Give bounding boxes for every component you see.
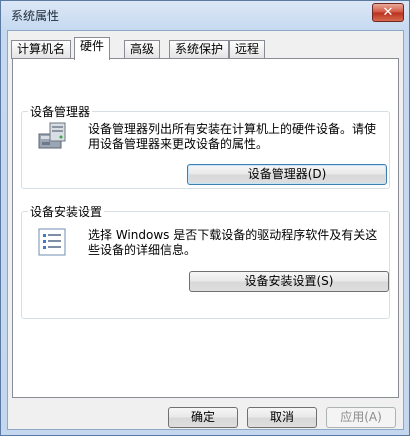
cancel-button[interactable]: 取消 <box>247 407 317 428</box>
tab-remote[interactable]: 远程 <box>229 40 266 59</box>
device-manager-button[interactable]: 设备管理器(D) <box>187 164 387 185</box>
window-title: 系统属性 <box>11 9 60 23</box>
device-manager-group-label: 设备管理器 <box>28 103 93 120</box>
tab-advanced[interactable]: 高级 <box>124 40 161 59</box>
checklist-icon <box>38 228 66 256</box>
title-bar[interactable]: 系统属性 ✕ <box>1 1 409 31</box>
device-install-group: 设备安装设置 选择 Windows 是否下载设备的驱动程序软件及有关这些设备的详… <box>21 203 390 319</box>
tab-strip: 计算机名 硬件 高级 系统保护 远程 <box>8 37 403 60</box>
apply-button[interactable]: 应用(A) <box>326 407 396 428</box>
tab-system-protection[interactable]: 系统保护 <box>169 40 230 59</box>
device-install-description: 选择 Windows 是否下载设备的驱动程序软件及有关这些设备的详细信息。 <box>88 228 378 257</box>
tab-computer-name[interactable]: 计算机名 <box>11 40 72 59</box>
device-install-settings-button[interactable]: 设备安装设置(S) <box>189 271 389 292</box>
device-install-group-label: 设备安装设置 <box>28 203 105 220</box>
device-manager-description: 设备管理器列出所有安装在计算机上的硬件设备。请使用设备管理器来更改设备的属性。 <box>88 122 377 151</box>
close-button[interactable]: ✕ <box>372 3 404 22</box>
dialog-client-area: 计算机名 硬件 高级 系统保护 远程 设备管理器 设备管理器列出所有安装在计算机… <box>7 30 404 430</box>
ok-button[interactable]: 确定 <box>168 407 238 428</box>
device-manager-group: 设备管理器 设备管理器列出所有安装在计算机上的硬件设备。请使用设备管理器来更改设… <box>21 103 390 189</box>
tab-hardware[interactable]: 硬件 <box>74 37 111 60</box>
system-properties-window: 系统属性 ✕ 计算机名 硬件 高级 系统保护 远程 设备管理器 设备管理器列出所… <box>0 0 410 436</box>
close-icon: ✕ <box>382 5 394 20</box>
device-manager-icon <box>38 122 66 149</box>
hardware-tab-panel: 设备管理器 设备管理器列出所有安装在计算机上的硬件设备。请使用设备管理器来更改设… <box>12 58 399 398</box>
